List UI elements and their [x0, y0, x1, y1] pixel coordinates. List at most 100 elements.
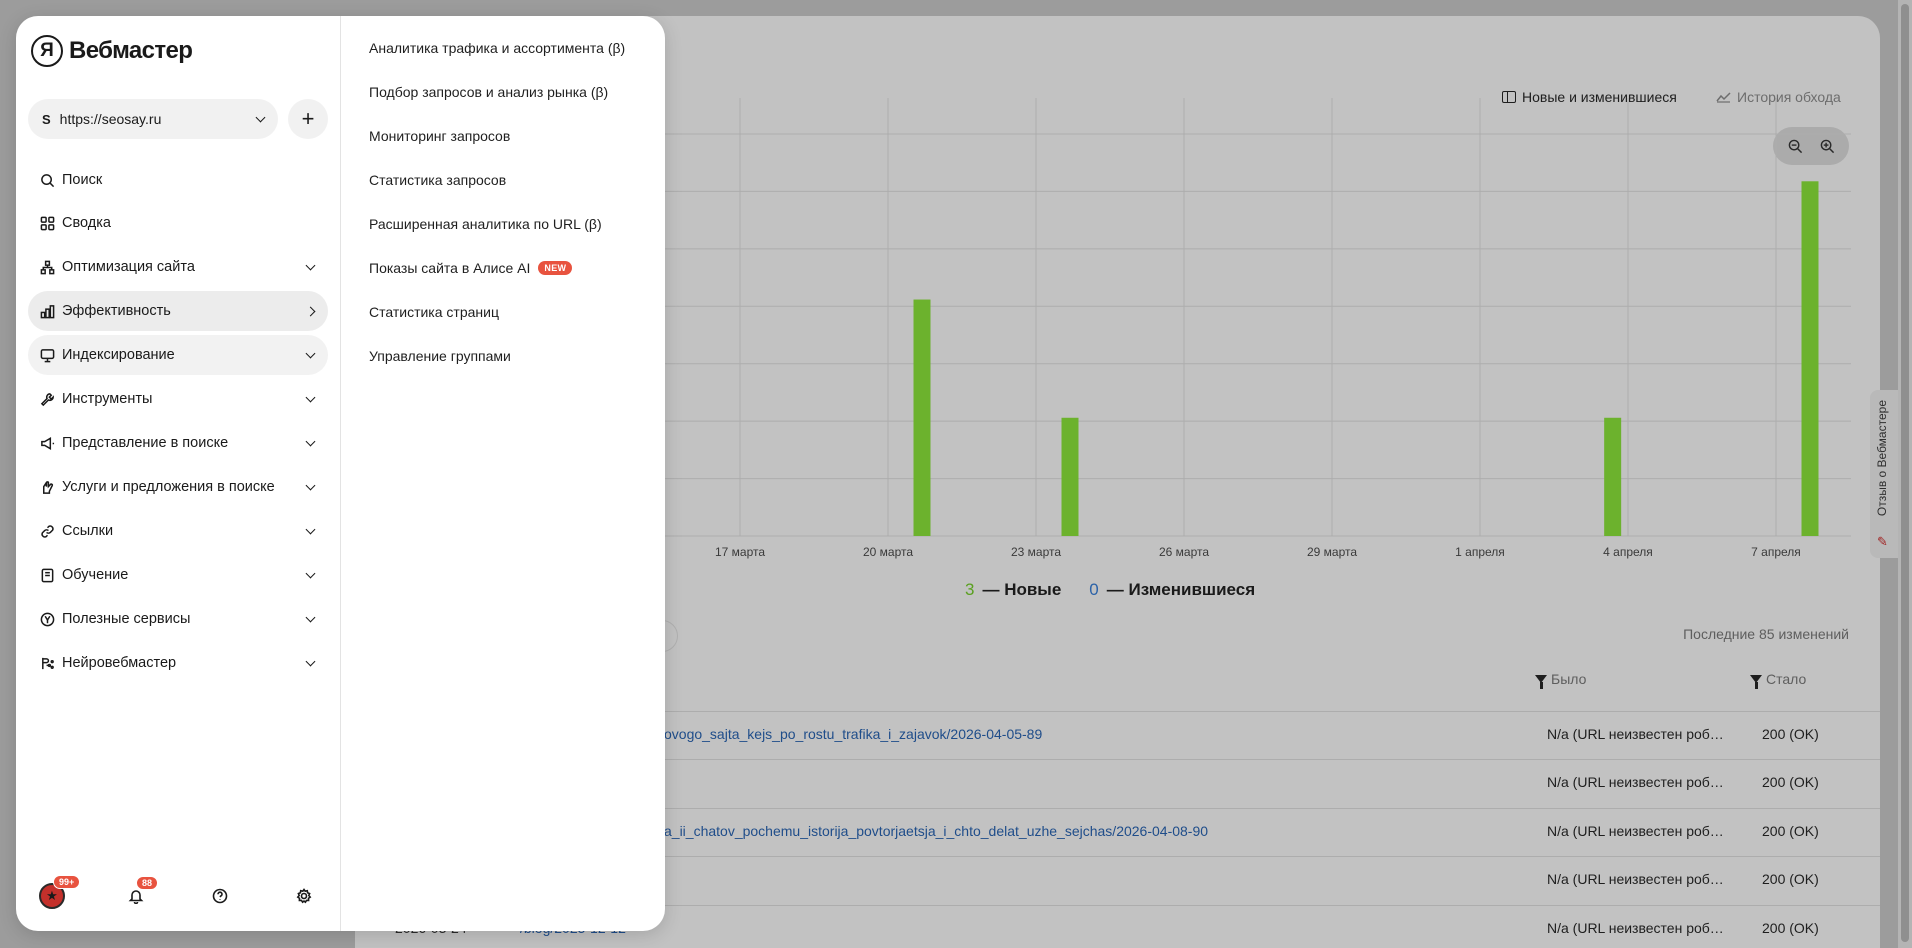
submenu-query-selection[interactable]: Подбор запросов и анализ рынка (β) [369, 84, 608, 100]
x-tick-label: 17 марта [715, 545, 765, 559]
chevron-down-icon [305, 612, 316, 622]
sitemap-icon [38, 258, 56, 276]
nav-learning-label: Обучение [62, 567, 129, 583]
settings-button[interactable] [291, 883, 317, 909]
monitor-icon [38, 346, 56, 364]
nav-tools-label: Инструменты [62, 391, 153, 407]
chart-bar[interactable] [1061, 417, 1079, 536]
row-url[interactable]: ovogo_sajta_kejs_po_rostu_trafika_i_zaja… [664, 726, 1042, 742]
submenu-query-selection-label: Подбор запросов и анализ рынка (β) [369, 84, 609, 100]
legend-changed-count: 0 [1089, 580, 1099, 599]
yandex-logo-icon: Я [31, 35, 63, 67]
row-url[interactable]: a_ii_chatov_pochemu_istorija_povtorjaets… [664, 823, 1208, 839]
ai-icon [38, 654, 56, 672]
bell-icon [128, 890, 144, 904]
chevron-down-icon [305, 568, 316, 578]
column-now[interactable]: Стало [1750, 671, 1806, 689]
webmaster-logo[interactable]: Я Вебмастер [31, 35, 193, 67]
nav-useful-services-label: Полезные сервисы [62, 611, 191, 627]
filter-icon [1750, 675, 1762, 689]
megaphone-icon [38, 434, 56, 452]
nav-efficiency[interactable]: Эффективность [28, 291, 328, 331]
chart-bar[interactable] [913, 299, 931, 536]
view-crawl-history[interactable]: История обхода [1716, 89, 1841, 105]
nav-neuro-webmaster[interactable]: Нейровебмастер [28, 643, 328, 683]
add-site-button[interactable]: + [288, 99, 328, 139]
page-scrollbar[interactable] [1898, 0, 1912, 948]
nav-services-offers-label: Услуги и предложения в поиске [62, 479, 275, 495]
chevron-down-icon [305, 436, 316, 446]
sidebar-bottom-bar: ★ 99+ 88 [16, 863, 341, 931]
legend-new: 3 — Новые [965, 580, 1061, 600]
chevron-down-icon [305, 348, 316, 358]
nav-indexing[interactable]: Индексирование [28, 335, 328, 375]
row-now: 200 (OK) [1762, 871, 1819, 887]
submenu-url-analytics-label: Расширенная аналитика по URL (β) [369, 216, 602, 232]
submenu-traffic-analytics-label: Аналитика трафика и ассортимента (β) [369, 40, 626, 56]
help-button[interactable] [207, 883, 233, 909]
nav-links-label: Ссылки [62, 523, 114, 539]
nav-neuro-webmaster-label: Нейровебмастер [62, 655, 177, 671]
chevron-down-icon [255, 112, 266, 122]
row-was: N/a (URL неизвестен роб… [1547, 726, 1724, 742]
x-tick-label: 7 апреля [1751, 545, 1801, 559]
nav-search[interactable]: Поиск [28, 160, 328, 200]
nav-learning[interactable]: Обучение [28, 555, 328, 595]
pages-chart-svg: 17 марта 20 марта 23 марта 26 марта 29 марта… [665, 98, 1851, 559]
submenu-group-management[interactable]: Управление группами [369, 348, 511, 364]
nav-indexing-label: Индексирование [62, 347, 175, 363]
site-selector[interactable]: S https://seosay.ru [28, 99, 278, 139]
gear-icon [296, 888, 312, 904]
profile-button[interactable]: ★ 99+ [39, 875, 81, 909]
filter-icon [1535, 675, 1547, 689]
submenu-page-stats[interactable]: Статистика страниц [369, 304, 499, 320]
nav-site-optimization[interactable]: Оптимизация сайта [28, 247, 328, 287]
submenu-query-monitoring-label: Мониторинг запросов [369, 128, 511, 144]
view-new-and-changed[interactable]: Новые и изменившиеся [1502, 89, 1677, 105]
row-was: N/a (URL неизвестен роб… [1547, 920, 1724, 936]
submenu-group-management-label: Управление группами [369, 348, 511, 364]
column-was-label: Было [1551, 671, 1587, 687]
nav-search-label: Поиск [62, 172, 103, 188]
nav-summary-label: Сводка [62, 215, 111, 231]
submenu-alice-ai[interactable]: Показы сайта в Алисе AI NEW [369, 260, 573, 276]
hand-icon [38, 478, 56, 496]
submenu-url-analytics[interactable]: Расширенная аналитика по URL (β) [369, 216, 602, 232]
chart-bar[interactable] [1801, 181, 1819, 536]
notifications-button[interactable]: 88 [123, 876, 159, 909]
submenu-query-monitoring[interactable]: Мониторинг запросов [369, 128, 510, 144]
x-tick-label: 20 марта [863, 545, 913, 559]
nav-search-presentation[interactable]: Представление в поиске [28, 423, 328, 463]
wrench-icon [38, 390, 56, 408]
efficiency-submenu: Аналитика трафика и ассортимента (β) Под… [342, 16, 665, 931]
link-icon [38, 522, 56, 540]
search-icon [38, 171, 56, 189]
submenu-traffic-analytics[interactable]: Аналитика трафика и ассортимента (β) [369, 40, 625, 56]
view-crawl-history-label: История обхода [1737, 89, 1841, 105]
nav-services-offers[interactable]: Услуги и предложения в поиске [28, 467, 328, 507]
submenu-query-stats[interactable]: Статистика запросов [369, 172, 506, 188]
x-tick-label: 26 марта [1159, 545, 1209, 559]
nav-site-optimization-label: Оптимизация сайта [62, 259, 195, 275]
sidebar: Я Вебмастер S https://seosay.ru + Поиск … [16, 16, 341, 931]
legend-new-label: — Новые [982, 580, 1062, 599]
x-tick-label: 29 марта [1307, 545, 1357, 559]
site-url: https://seosay.ru [59, 111, 162, 127]
profile-badge: 99+ [53, 875, 81, 889]
notifications-badge: 88 [136, 876, 159, 890]
yandex-icon [38, 610, 56, 628]
chevron-down-icon [305, 524, 316, 534]
submenu-query-stats-label: Статистика запросов [369, 172, 507, 188]
x-tick-label: 23 марта [1011, 545, 1061, 559]
chart-legend: 3 — Новые 0 — Изменившиеся [965, 580, 1255, 600]
nav-useful-services[interactable]: Полезные сервисы [28, 599, 328, 639]
nav-links[interactable]: Ссылки [28, 511, 328, 551]
chevron-down-icon [305, 392, 316, 402]
row-was: N/a (URL неизвестен роб… [1547, 774, 1724, 790]
feedback-tab[interactable]: Отзыв о Вебмастере ✎ [1870, 390, 1898, 558]
column-was[interactable]: Было [1535, 671, 1587, 689]
scrollbar-thumb[interactable] [1901, 4, 1909, 942]
nav-summary[interactable]: Сводка [28, 203, 328, 243]
nav-tools[interactable]: Инструменты [28, 379, 328, 419]
chart-bar[interactable] [1604, 417, 1622, 536]
